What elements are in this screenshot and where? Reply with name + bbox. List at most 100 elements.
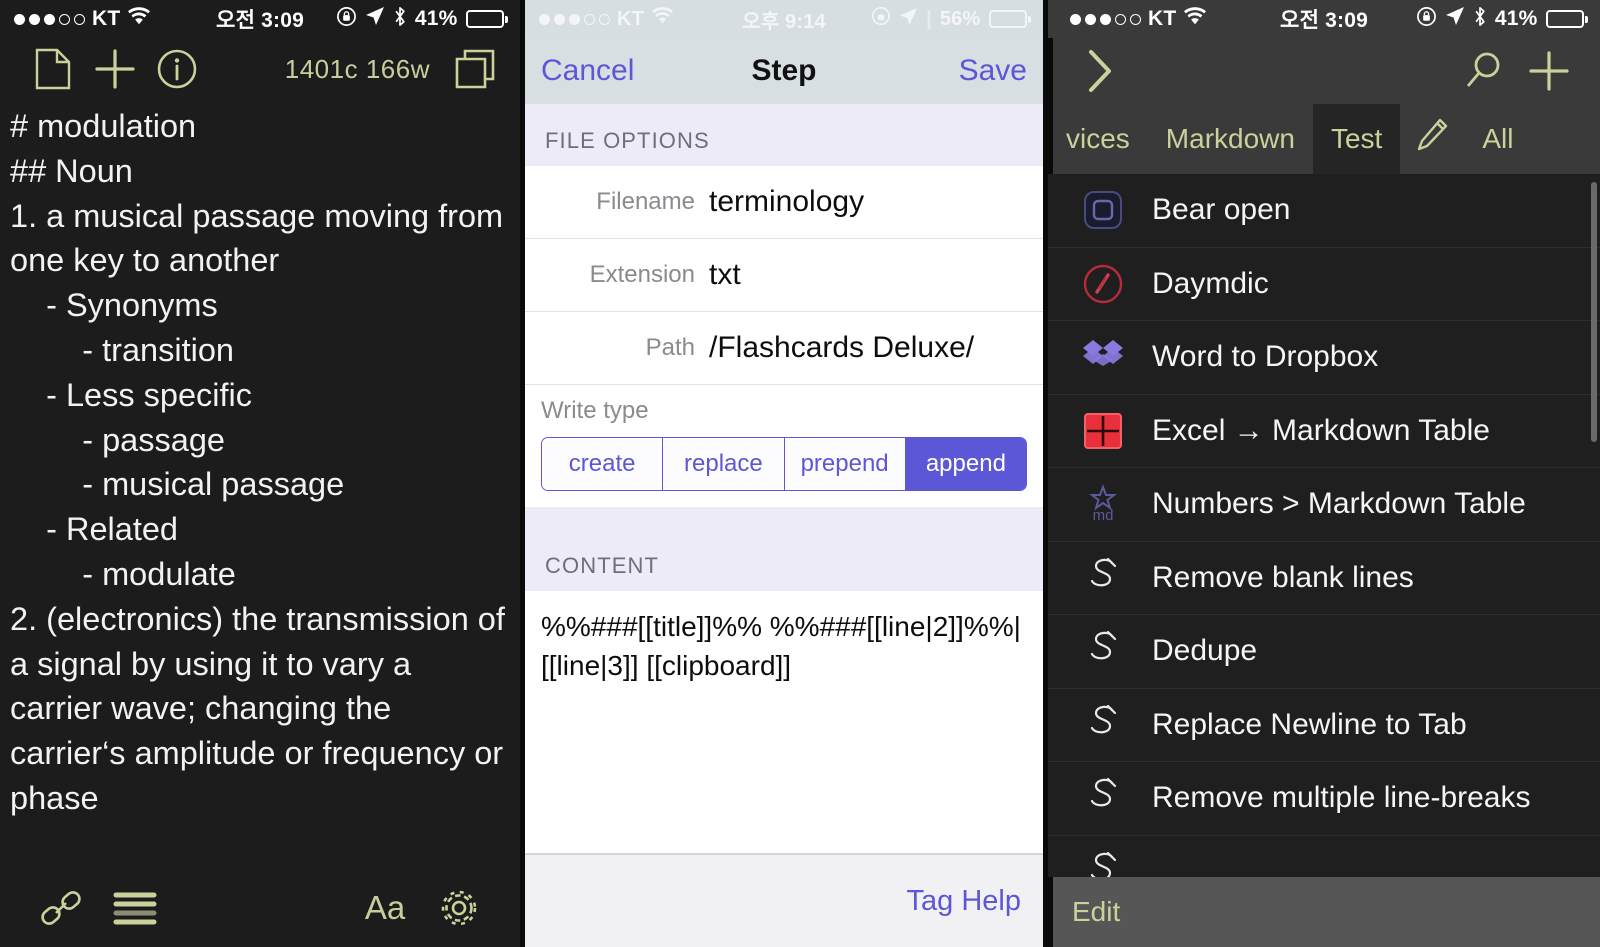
edit-button[interactable]: Edit [1072,896,1120,928]
font-size-label: Aa [364,889,406,926]
filename-row[interactable]: Filename terminology [525,166,1043,239]
font-size-button[interactable]: Aa [348,889,422,927]
word-count-label: 1401c 166w [284,53,430,84]
info-circle-icon[interactable] [146,48,208,90]
paperclip-link-icon[interactable] [24,885,98,931]
list-item[interactable]: Dedupe [1048,615,1600,689]
right-status-signal-group: KT [1048,6,1207,32]
middle-panel-step-form: KT 오후 9:14 | 56% Cancel Step Save FILE O… [520,0,1048,947]
md-star-icon: md [1072,480,1134,528]
file-options-header: FILE OPTIONS [525,104,1043,166]
list-item-label: Remove blank lines [1152,560,1414,594]
left-editor-toolbar: 1401c 166w [0,38,520,100]
content-value: %%###[[title]]%% %%###[[line|2]]%%|[[lin… [541,611,1021,681]
list-item[interactable]: md Numbers > Markdown Table [1048,468,1600,542]
path-field[interactable]: /Flashcards Deluxe/ [709,331,974,365]
carrier-label: KT [92,7,121,30]
note-body-text[interactable]: # modulation ## Noun 1. a musical passag… [0,100,520,869]
segment-prepend[interactable]: prepend [784,438,906,490]
three-panel-screenshot: KT 오전 3:09 41% 1401c 166w # modulation #… [0,0,1600,947]
battery-percent-label: 41% [414,7,458,30]
svg-text:md: md [1093,507,1114,524]
list-item-label: Daymdic [1152,266,1269,300]
battery-icon [465,10,508,28]
middle-status-bar: KT 오후 9:14 | 56% [525,0,1043,38]
list-item-label: Word to Dropbox [1152,340,1379,374]
filename-field[interactable]: terminology [709,185,864,219]
right-tab-bar: vices Markdown Test All [1048,104,1600,174]
bluetooth-icon [393,6,407,33]
tab-markdown[interactable]: Markdown [1148,104,1313,174]
right-panel-action-list: KT 오전 3:09 41% vices Markdown Test All B… [1048,0,1600,947]
write-type-label: Write type [541,397,649,424]
middle-bottom-bar: Tag Help [525,853,1043,947]
tag-help-button[interactable]: Tag Help [907,885,1021,918]
middle-status-signal-group: KT [525,7,674,31]
signal-strength-dots [1070,13,1141,25]
carrier-label: KT [617,7,645,30]
left-status-bar: KT 오전 3:09 41% [0,0,520,38]
script-s-icon [1072,627,1134,675]
step-navbar: Cancel Step Save [525,38,1043,104]
rotation-lock-icon [871,6,891,32]
script-s-icon [1072,554,1134,602]
dropbox-icon [1072,333,1134,381]
plus-icon[interactable] [84,48,146,90]
segment-create[interactable]: create [542,438,664,490]
right-status-indicators: 41% [1416,6,1600,33]
document-icon[interactable] [22,48,84,90]
tab-all[interactable]: All [1464,104,1531,174]
list-scrollbar[interactable] [1591,182,1597,442]
path-row[interactable]: Path /Flashcards Deluxe/ [525,312,1043,385]
extension-label: Extension [589,261,695,288]
chevron-right-icon[interactable] [1070,48,1130,94]
rotation-lock-icon [1416,6,1437,33]
signal-strength-dots [14,13,85,25]
segment-append[interactable]: append [905,438,1026,490]
list-item[interactable]: Daymdic [1048,248,1600,321]
extension-field[interactable]: txt [709,258,741,292]
wifi-icon [127,6,151,32]
cancel-button[interactable]: Cancel [541,54,634,88]
list-item[interactable]: Excel → Markdown Table [1048,395,1600,468]
list-item[interactable]: Bear open [1048,174,1600,248]
location-arrow-icon [1445,6,1465,32]
content-textarea[interactable]: %%###[[title]]%% %%###[[line|2]]%%|[[lin… [525,591,1043,853]
battery-icon [1545,10,1588,28]
script-s-icon [1072,701,1134,749]
list-item-partial[interactable] [1048,836,1600,877]
list-item-label: Replace Newline to Tab [1152,707,1467,741]
path-label: Path [645,334,695,361]
magnifier-icon[interactable] [1446,49,1520,93]
copy-window-icon[interactable] [452,49,498,89]
hamburger-menu-icon[interactable] [98,891,172,925]
wifi-icon [651,7,674,31]
list-item-label: Dedupe [1152,634,1258,668]
list-item[interactable]: Remove multiple line-breaks [1048,762,1600,836]
list-item[interactable]: Remove blank lines [1048,542,1600,615]
action-list[interactable]: Bear open Daymdic Word to Dropbox Excel … [1048,174,1600,877]
list-item[interactable]: Replace Newline to Tab [1048,689,1600,762]
list-item-label: Remove multiple line-breaks [1152,781,1531,815]
write-type-section: Write type create replace prepend append [525,385,1043,507]
list-item[interactable]: Word to Dropbox [1048,321,1600,395]
tab-services[interactable]: vices [1048,104,1148,174]
rotation-lock-icon [336,6,357,33]
plus-icon[interactable] [1520,49,1578,93]
location-arrow-icon [899,7,918,32]
segment-replace[interactable]: replace [663,438,785,490]
script-s-icon [1072,774,1134,822]
save-button[interactable]: Save [959,54,1027,88]
tab-test[interactable]: Test [1312,104,1401,174]
carrier-label: KT [1148,7,1177,30]
list-item-label: Bear open [1152,193,1291,227]
script-s-icon [1072,848,1134,877]
daymdic-app-icon [1072,260,1134,308]
left-panel-markdown-editor: KT 오전 3:09 41% 1401c 166w # modulation #… [0,0,520,947]
battery-percent-label: 41% [1494,7,1538,30]
tab-edit-pencil[interactable] [1400,104,1464,174]
bear-app-icon [1072,186,1134,234]
gear-icon[interactable] [422,886,496,930]
write-type-segmented-control[interactable]: create replace prepend append [541,437,1027,491]
extension-row[interactable]: Extension txt [525,239,1043,312]
